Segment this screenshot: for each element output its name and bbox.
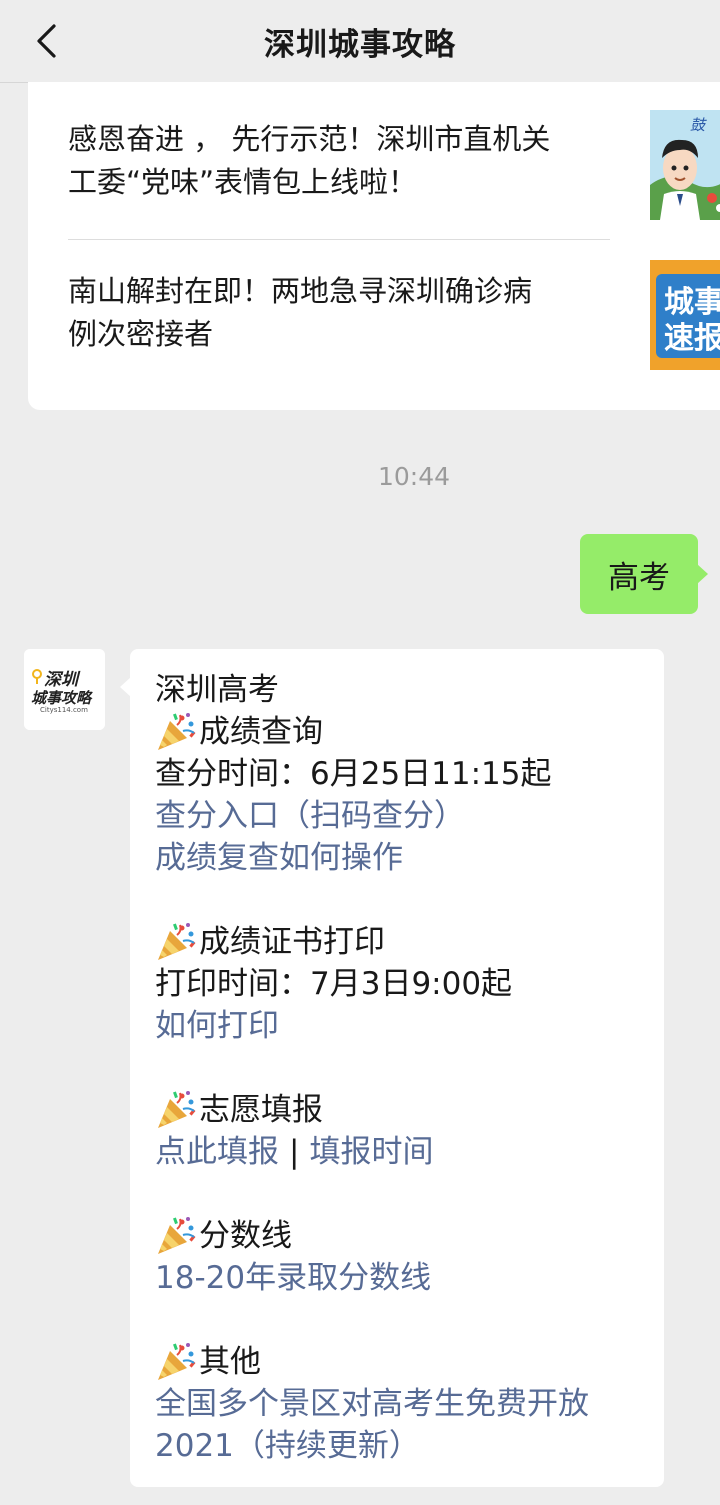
avatar-text-line1: 深圳 (44, 670, 81, 690)
party-popper-icon (155, 1089, 197, 1131)
link-separator: | (289, 1134, 300, 1170)
score-query-time: 查分时间：6月25日11:15起 (155, 756, 552, 792)
section-heading-other: 其他 (155, 1341, 655, 1383)
thumb-text-city: 城事 (664, 285, 720, 320)
cutoff-scores-link[interactable]: 18-20年录取分数线 (155, 1257, 655, 1299)
outgoing-message-text: 高考 (608, 559, 670, 596)
application-time-link[interactable]: 填报时间 (309, 1131, 433, 1173)
article-title-line: 例次密接者 (68, 317, 214, 351)
section-heading-scores: 成绩查询 (155, 711, 655, 753)
section-title: 成绩证书打印 (199, 924, 385, 960)
free-scenic-link-line1[interactable]: 全国多个景区对高考生免费开放 (155, 1383, 655, 1425)
fill-application-link[interactable]: 点此填报 (155, 1131, 279, 1173)
how-to-print-link[interactable]: 如何打印 (155, 1005, 655, 1047)
cartoon-thumbnail-image: 鼓 (650, 110, 720, 220)
section-heading-cutoff: 分数线 (155, 1215, 655, 1257)
reply-content: 深圳高考 成绩查询 查分时间：6月25日11:15起 查分入口（扫码查分） 成绩… (155, 669, 655, 1467)
article-card: 感恩奋进 ， 先行示范！深圳市直机关 工委“党味”表情包上线啦！ 鼓 南山解封在… (28, 82, 720, 410)
application-links: 点此填报 | 填报时间 (155, 1131, 655, 1173)
print-time: 打印时间：7月3日9:00起 (155, 966, 513, 1002)
party-popper-icon (155, 711, 197, 753)
section-title: 志愿填报 (199, 1092, 323, 1128)
account-avatar[interactable]: 深圳 城事攻略 Citys114.com (24, 649, 105, 730)
article-item-2[interactable]: 南山解封在即！两地急寻深圳确诊病 例次密接者 (68, 270, 613, 356)
article-title-line: 南山解封在即！两地急寻深圳确诊病 (68, 274, 533, 308)
avatar-text-line2: 城事攻略 (31, 689, 93, 707)
free-scenic-link-line2[interactable]: 2021（持续更新） (155, 1425, 655, 1467)
article-item-1[interactable]: 感恩奋进 ， 先行示范！深圳市直机关 工委“党味”表情包上线啦！ (68, 118, 613, 204)
nav-bar: 深圳城事攻略 (0, 0, 720, 83)
score-query-link[interactable]: 查分入口（扫码查分） (155, 795, 655, 837)
article-title-line: 工委“党味”表情包上线啦！ (68, 165, 418, 199)
article-thumbnail-news[interactable]: 城事 速报 (650, 260, 720, 370)
party-popper-icon (155, 1215, 197, 1257)
chat-timestamp: 10:44 (377, 462, 451, 491)
back-button[interactable] (26, 21, 66, 61)
news-thumbnail-image: 城事 速报 (650, 260, 720, 370)
chat-title: 深圳城事攻略 (264, 26, 456, 63)
score-review-link[interactable]: 成绩复查如何操作 (155, 837, 655, 879)
back-arrow-icon (37, 24, 56, 58)
article-title-line: 感恩奋进 ， 先行示范！深圳市直机关 (68, 122, 551, 156)
section-heading-application: 志愿填报 (155, 1089, 655, 1131)
party-popper-icon (155, 1341, 197, 1383)
svg-text:鼓: 鼓 (690, 117, 707, 134)
avatar-site-text: Citys114.com (40, 706, 88, 714)
section-title: 成绩查询 (199, 714, 323, 750)
reply-title: 深圳高考 (155, 672, 279, 708)
account-logo: 深圳 城事攻略 Citys114.com (24, 649, 105, 730)
party-popper-icon (155, 921, 197, 963)
article-divider (68, 239, 610, 240)
section-heading-certificate: 成绩证书打印 (155, 921, 655, 963)
article-thumbnail-cartoon[interactable]: 鼓 (650, 110, 720, 220)
section-title: 分数线 (199, 1218, 292, 1254)
outgoing-message-bubble[interactable]: 高考 (580, 534, 708, 614)
thumb-text-news: 速报 (664, 321, 720, 356)
incoming-message-bubble: 深圳高考 成绩查询 查分时间：6月25日11:15起 查分入口（扫码查分） 成绩… (120, 649, 664, 1487)
section-title: 其他 (199, 1344, 261, 1380)
